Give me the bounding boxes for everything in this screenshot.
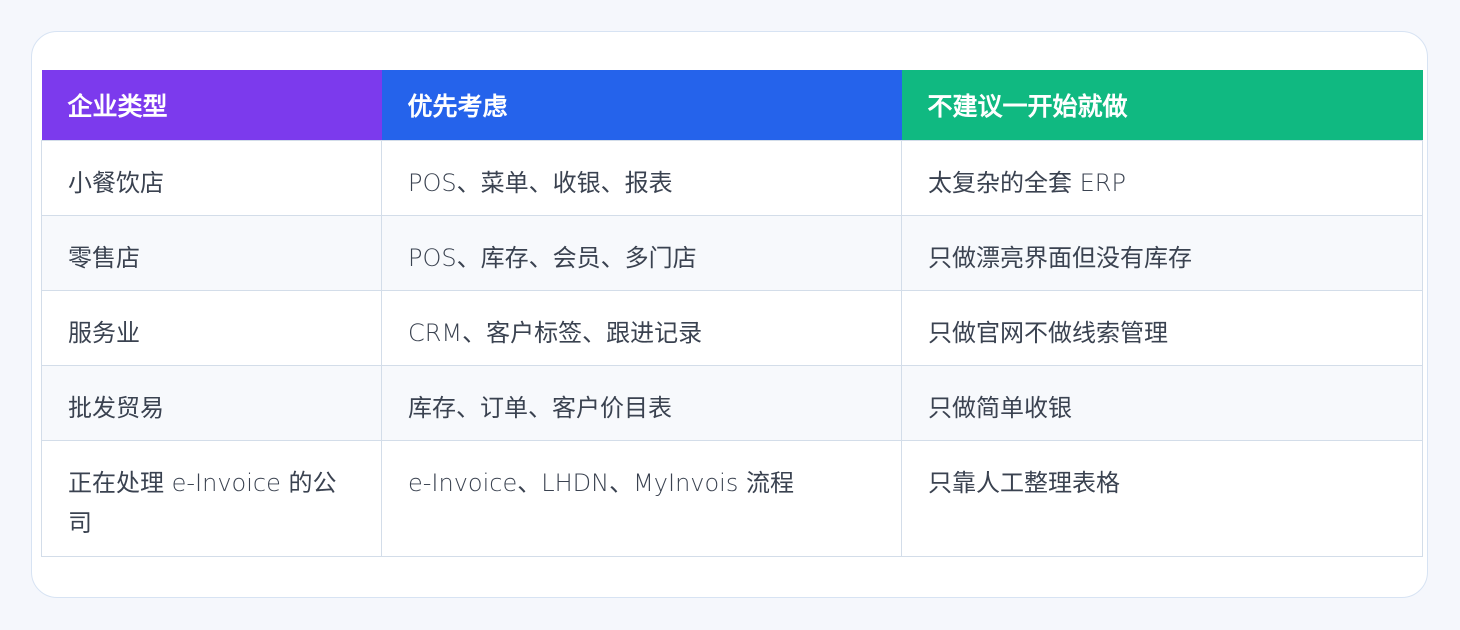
cell-not-recommended: 只做官网不做线索管理 (901, 290, 1423, 366)
cell-business-type: 小餐饮店 (41, 140, 382, 216)
table-row: 零售店 POS、库存、会员、多门店 只做漂亮界面但没有库存 (41, 215, 1423, 291)
cell-business-type: 零售店 (41, 215, 382, 291)
table-card: 企业类型 优先考虑 不建议一开始就做 小餐饮店 POS、菜单、收银、报表 太复杂… (31, 31, 1428, 598)
table-row: 正在处理 e-Invoice 的公司 e-Invoice、LHDN、MyInvo… (41, 440, 1423, 557)
cell-not-recommended: 只靠人工整理表格 (901, 440, 1423, 557)
table-row: 小餐饮店 POS、菜单、收银、报表 太复杂的全套 ERP (41, 140, 1423, 216)
cell-business-type: 批发贸易 (41, 365, 382, 441)
header-not-recommended: 不建议一开始就做 (901, 70, 1423, 141)
cell-business-type: 正在处理 e-Invoice 的公司 (41, 440, 382, 557)
header-business-type: 企业类型 (41, 70, 382, 141)
cell-priority: POS、库存、会员、多门店 (381, 215, 902, 291)
cell-priority: POS、菜单、收银、报表 (381, 140, 902, 216)
cell-not-recommended: 只做漂亮界面但没有库存 (901, 215, 1423, 291)
cell-priority: CRM、客户标签、跟进记录 (381, 290, 902, 366)
cell-priority: e-Invoice、LHDN、MyInvois 流程 (381, 440, 902, 557)
cell-not-recommended: 只做简单收银 (901, 365, 1423, 441)
header-priority: 优先考虑 (381, 70, 902, 141)
table-row: 服务业 CRM、客户标签、跟进记录 只做官网不做线索管理 (41, 290, 1423, 366)
table-row: 批发贸易 库存、订单、客户价目表 只做简单收银 (41, 365, 1423, 441)
table-header-row: 企业类型 优先考虑 不建议一开始就做 (41, 70, 1423, 141)
cell-priority: 库存、订单、客户价目表 (381, 365, 902, 441)
business-type-table: 企业类型 优先考虑 不建议一开始就做 小餐饮店 POS、菜单、收银、报表 太复杂… (41, 70, 1423, 557)
cell-business-type: 服务业 (41, 290, 382, 366)
cell-not-recommended: 太复杂的全套 ERP (901, 140, 1423, 216)
